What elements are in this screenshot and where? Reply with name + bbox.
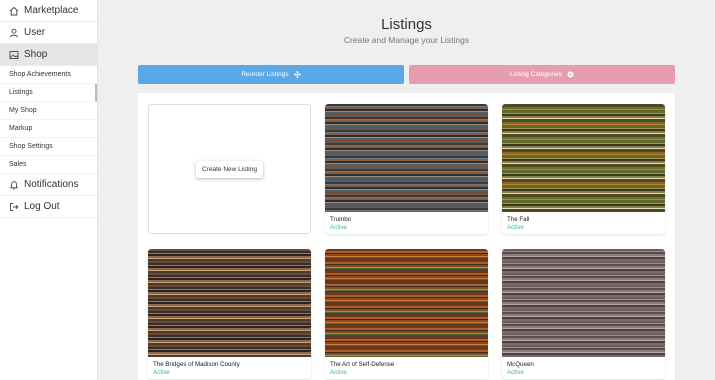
listing-thumbnail[interactable] bbox=[325, 104, 488, 212]
sidebar-item-log-out[interactable]: Log Out bbox=[0, 196, 97, 218]
listing-thumbnail[interactable] bbox=[502, 249, 665, 357]
listing-thumbnail[interactable] bbox=[502, 104, 665, 212]
sidebar-subitem-shop-settings[interactable]: Shop Settings bbox=[0, 138, 97, 156]
reorder-listings-button[interactable]: Reorder Listings bbox=[138, 65, 404, 84]
reorder-listings-label: Reorder Listings bbox=[241, 71, 289, 78]
listing-status: Active bbox=[507, 224, 524, 231]
listings-grid: Create New Listing Trumbo Active The Fal… bbox=[138, 93, 675, 380]
sidebar-item-marketplace[interactable]: Marketplace bbox=[0, 0, 97, 22]
sidebar-subitem-markup[interactable]: Markup bbox=[0, 120, 97, 138]
sidebar-subitem-my-shop[interactable]: My Shop bbox=[0, 102, 97, 120]
listing-title: The Fall bbox=[507, 216, 530, 223]
settings-icon bbox=[567, 71, 574, 78]
sidebar-subitem-label: Listings bbox=[9, 89, 33, 96]
home-icon bbox=[9, 6, 19, 16]
listing-status: Active bbox=[330, 369, 347, 376]
user-icon bbox=[9, 28, 19, 38]
listing-categories-button[interactable]: Listing Categories bbox=[409, 65, 675, 84]
listing-title: McQueen bbox=[507, 361, 534, 368]
page-subtitle: Create and Manage your Listings bbox=[343, 35, 470, 45]
sidebar-item-label: Notifications bbox=[24, 179, 79, 190]
listing-status: Active bbox=[153, 369, 170, 376]
sidebar-subitem-label: My Shop bbox=[9, 107, 37, 114]
listing-thumbnail[interactable] bbox=[325, 249, 488, 357]
sidebar-item-user[interactable]: User bbox=[0, 22, 97, 44]
sidebar-subitem-sales[interactable]: Sales bbox=[0, 156, 97, 174]
main-content: Listings Create and Manage your Listings… bbox=[98, 0, 715, 380]
listing-title: Trumbo bbox=[330, 216, 352, 223]
sidebar-item-notifications[interactable]: Notifications bbox=[0, 174, 97, 196]
listing-status: Active bbox=[507, 369, 524, 376]
move-arrows-icon bbox=[293, 71, 301, 78]
sidebar-item-label: Marketplace bbox=[24, 5, 79, 16]
listing-card-mcqueen[interactable]: McQueen Active bbox=[502, 249, 665, 379]
sidebar-item-shop[interactable]: Shop bbox=[0, 44, 97, 66]
sidebar-subitem-label: Sales bbox=[9, 161, 27, 168]
bell-icon bbox=[9, 180, 19, 190]
create-new-listing-button[interactable]: Create New Listing bbox=[196, 160, 263, 178]
listing-card-the-fall[interactable]: The Fall Active bbox=[502, 104, 665, 234]
sidebar: Marketplace User Shop Shop Achievements … bbox=[0, 0, 98, 380]
listing-card-art-of-self-defense[interactable]: The Art of Self-Defense Active bbox=[325, 249, 488, 379]
sidebar-subitem-listings[interactable]: Listings bbox=[0, 84, 97, 102]
sidebar-item-label: User bbox=[24, 27, 46, 38]
listing-thumbnail[interactable] bbox=[148, 249, 311, 357]
page-title: Listings bbox=[381, 16, 432, 33]
listing-title: The Art of Self-Defense bbox=[330, 361, 395, 368]
sidebar-subitem-shop-achievements[interactable]: Shop Achievements bbox=[0, 66, 97, 84]
sidebar-subitem-label: Shop Achievements bbox=[9, 71, 71, 78]
sidebar-subitem-label: Markup bbox=[9, 125, 33, 132]
listing-status: Active bbox=[330, 224, 347, 231]
create-new-listing-card[interactable]: Create New Listing bbox=[148, 104, 311, 234]
logout-icon bbox=[9, 202, 19, 212]
sidebar-item-label: Shop bbox=[24, 49, 48, 60]
listing-categories-label: Listing Categories bbox=[509, 71, 563, 78]
sidebar-subitem-label: Shop Settings bbox=[9, 143, 53, 150]
listing-card-trumbo[interactable]: Trumbo Active bbox=[325, 104, 488, 234]
listing-card-bridges-of-madison-county[interactable]: The Bridges of Madison County Active bbox=[148, 249, 311, 379]
listing-title: The Bridges of Madison County bbox=[153, 361, 240, 368]
image-icon bbox=[9, 50, 19, 60]
sidebar-item-label: Log Out bbox=[24, 201, 60, 212]
